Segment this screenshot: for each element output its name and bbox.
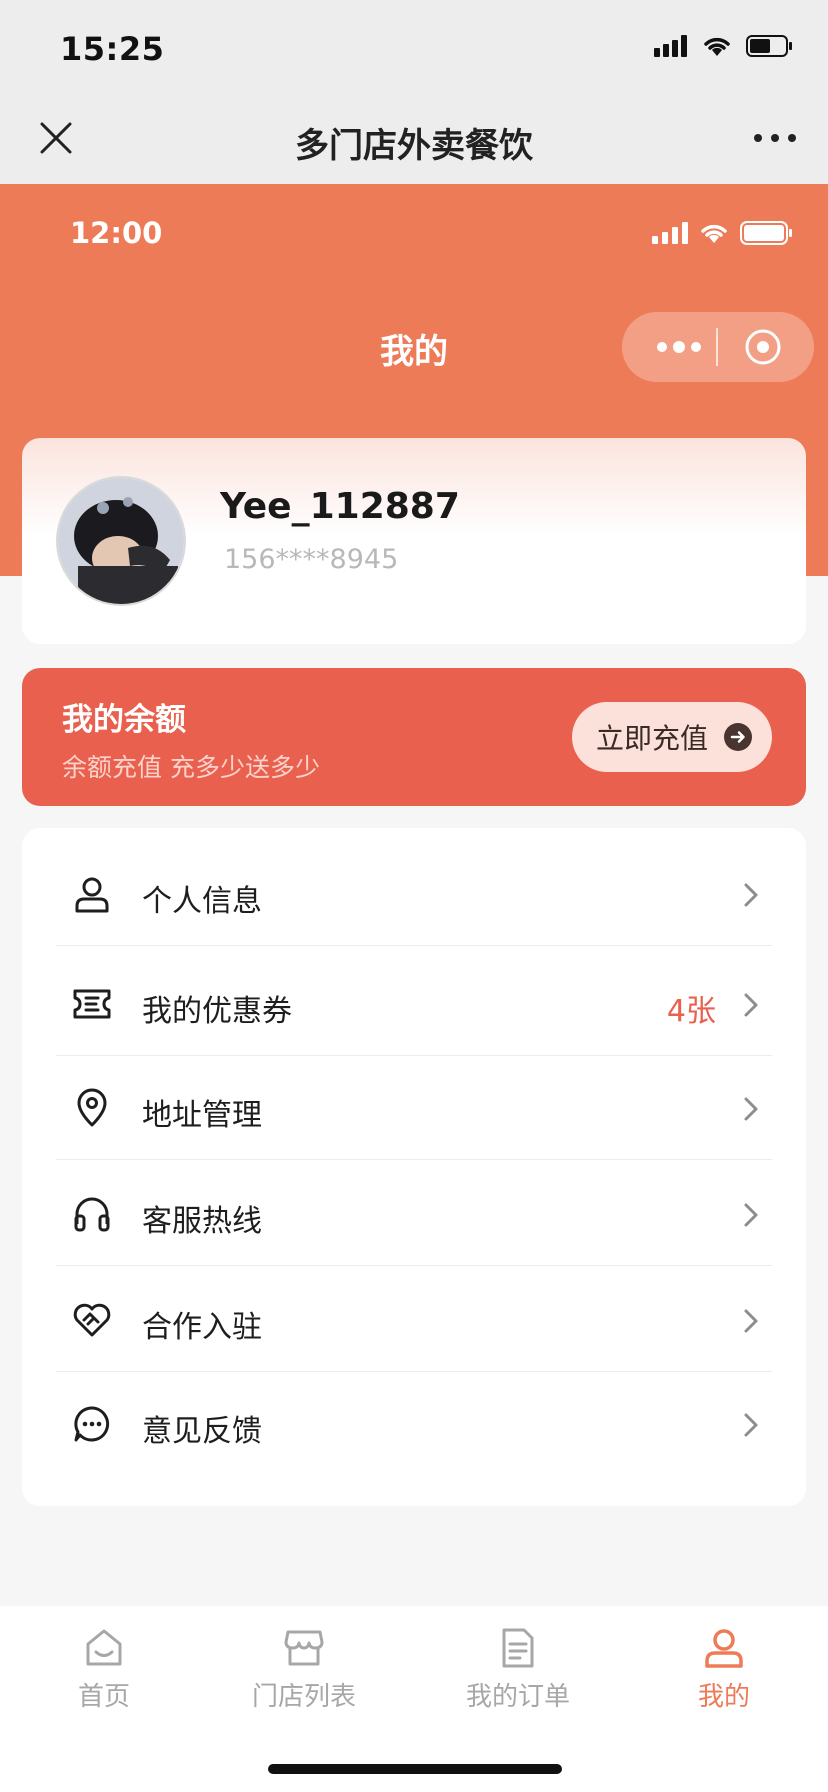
chevron-right-icon [744,1413,758,1437]
menu-item-coupons[interactable]: 我的优惠券 4张 [56,952,772,1056]
menu-item-feedback[interactable]: 意见反馈 [56,1372,772,1476]
tab-home[interactable]: 首页 [14,1614,194,1713]
more-dots-icon[interactable] [656,338,702,356]
balance-card: 我的余额 余额充值 充多少送多少 立即充值 [22,668,806,806]
menu-list: 个人信息 我的优惠券 4张 地址管理 客服热线 合作入驻 意见反馈 [22,828,806,1506]
tab-my-orders[interactable]: 我的订单 [428,1614,608,1713]
chevron-right-icon [744,1203,758,1227]
wifi-icon [704,37,730,56]
chevron-right-icon [744,883,758,907]
mini-status-icons [652,220,794,246]
battery-icon [746,35,792,57]
capsule-divider [716,328,718,366]
tab-label: 首页 [77,1682,130,1712]
tab-label: 我的订单 [465,1682,570,1712]
wifi-icon [701,224,727,243]
store-icon [284,1630,324,1666]
signal-icon [652,222,688,244]
battery-icon [740,221,792,245]
chevron-right-icon [744,1097,758,1121]
recharge-button[interactable]: 立即充值 [572,702,772,772]
tab-store-list[interactable]: 门店列表 [214,1614,394,1713]
menu-item-label: 地址管理 [142,1098,262,1133]
arrow-right-circle-icon [724,723,752,751]
tab-profile[interactable]: 我的 [634,1614,814,1713]
location-icon [77,1088,107,1127]
wechat-title: 多门店外卖餐饮 [295,126,533,166]
more-icon[interactable] [752,126,798,150]
balance-title: 我的余额 [62,702,186,738]
profile-card[interactable]: Yee_112887 156****8945 [22,438,806,644]
recharge-label: 立即充值 [596,722,709,755]
balance-subtitle: 余额充值 充多少送多少 [62,753,320,782]
menu-item-label: 合作入驻 [142,1310,262,1345]
handshake-heart-icon [73,1303,111,1337]
profile-icon [705,1629,743,1668]
chevron-right-icon [744,1309,758,1333]
menu-item-label: 客服热线 [142,1204,262,1239]
capsule-menu [622,312,814,382]
username: Yee_112887 [220,486,460,527]
menu-item-label: 意见反馈 [142,1414,262,1449]
tab-label: 我的 [697,1682,750,1712]
menu-item-label: 我的优惠券 [142,994,292,1029]
user-icon [75,877,109,913]
menu-item-address[interactable]: 地址管理 [56,1056,772,1160]
os-status-icons [654,34,794,58]
menu-item-customer-service[interactable]: 客服热线 [56,1162,772,1266]
os-status-bar: 15:25 [0,0,828,100]
tab-label: 门店列表 [251,1682,356,1712]
home-icon [86,1629,122,1666]
home-indicator [268,1764,562,1774]
order-icon [502,1628,534,1668]
chevron-right-icon [744,993,758,1017]
avatar[interactable] [56,476,186,606]
menu-item-personal-info[interactable]: 个人信息 [56,842,772,946]
signal-icon [654,35,687,57]
phone-number: 156****8945 [224,544,399,575]
target-icon[interactable] [744,328,782,366]
chat-bubble-icon [74,1406,110,1442]
headset-icon [74,1197,110,1232]
avatar-image [58,478,184,604]
menu-item-partnership[interactable]: 合作入驻 [56,1268,772,1372]
menu-item-label: 个人信息 [142,884,262,919]
coupon-icon [73,989,111,1019]
mini-status-time: 12:00 [70,216,163,250]
coupon-count-badge: 4张 [666,994,716,1029]
os-time: 15:25 [60,30,165,68]
wechat-nav-bar: 多门店外卖餐饮 [0,100,828,184]
